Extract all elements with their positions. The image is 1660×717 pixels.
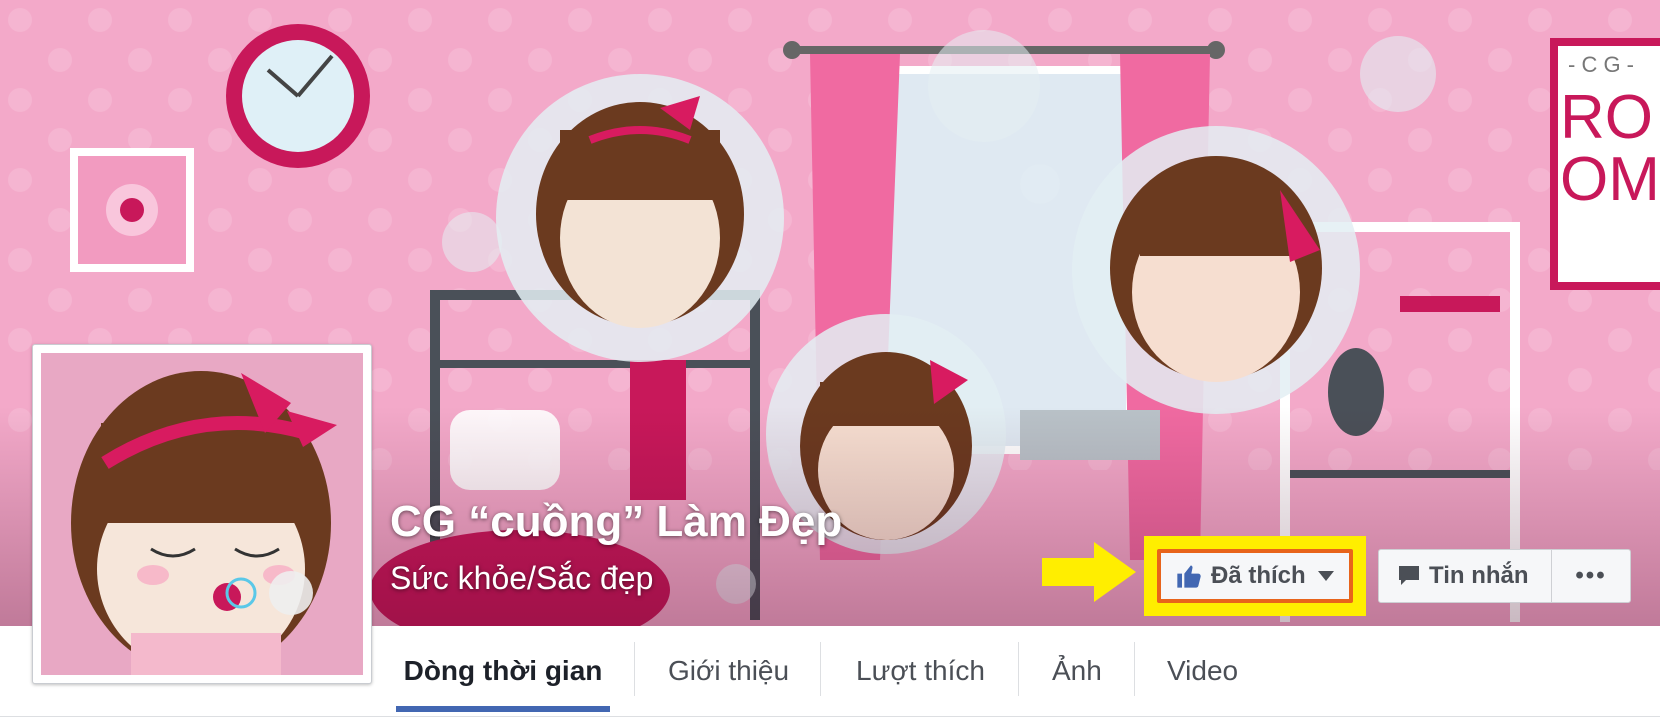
tab-likes[interactable]: Lượt thích bbox=[856, 626, 985, 716]
facebook-page: - C G - RO OM CG “cuồng” Làm Đẹp Sức khỏ… bbox=[0, 0, 1660, 717]
liked-button-label: Đã thích bbox=[1211, 562, 1306, 589]
page-title: CG “cuồng” Làm Đẹp bbox=[390, 497, 843, 546]
message-button-label: Tin nhắn bbox=[1429, 562, 1529, 589]
caret-down-icon bbox=[1317, 571, 1334, 581]
tab-timeline[interactable]: Dòng thời gian bbox=[396, 626, 610, 716]
tab-videos[interactable]: Video bbox=[1167, 626, 1238, 716]
thumbs-up-icon bbox=[1177, 565, 1201, 588]
more-options-button[interactable]: ••• bbox=[1551, 549, 1631, 603]
message-button[interactable]: Tin nhắn bbox=[1378, 549, 1552, 603]
active-tab-indicator bbox=[396, 706, 610, 712]
profile-illustration bbox=[41, 353, 363, 675]
framed-flower-icon bbox=[70, 148, 194, 272]
tab-divider bbox=[634, 642, 635, 696]
liked-button[interactable]: Đã thích bbox=[1157, 549, 1353, 603]
bubble-face-1 bbox=[496, 74, 784, 362]
profile-picture[interactable] bbox=[32, 344, 372, 684]
tab-about[interactable]: Giới thiệu bbox=[668, 626, 789, 716]
bubble-face-3 bbox=[1072, 126, 1360, 414]
cover-sign-line3: OM bbox=[1560, 145, 1660, 214]
cover-sign-line1: - C G - bbox=[1568, 52, 1634, 77]
cover-sign-line2: RO bbox=[1560, 83, 1653, 152]
tab-divider bbox=[820, 642, 821, 696]
page-category[interactable]: Sức khỏe/Sắc đẹp bbox=[390, 560, 653, 597]
yellow-arrow-icon bbox=[1042, 542, 1136, 602]
tab-divider bbox=[1018, 642, 1019, 696]
ellipsis-icon: ••• bbox=[1575, 562, 1607, 589]
speech-bubble-icon bbox=[1399, 566, 1419, 585]
tab-divider bbox=[1134, 642, 1135, 696]
tab-photos[interactable]: Ảnh bbox=[1052, 626, 1102, 716]
clock-icon bbox=[226, 24, 370, 168]
